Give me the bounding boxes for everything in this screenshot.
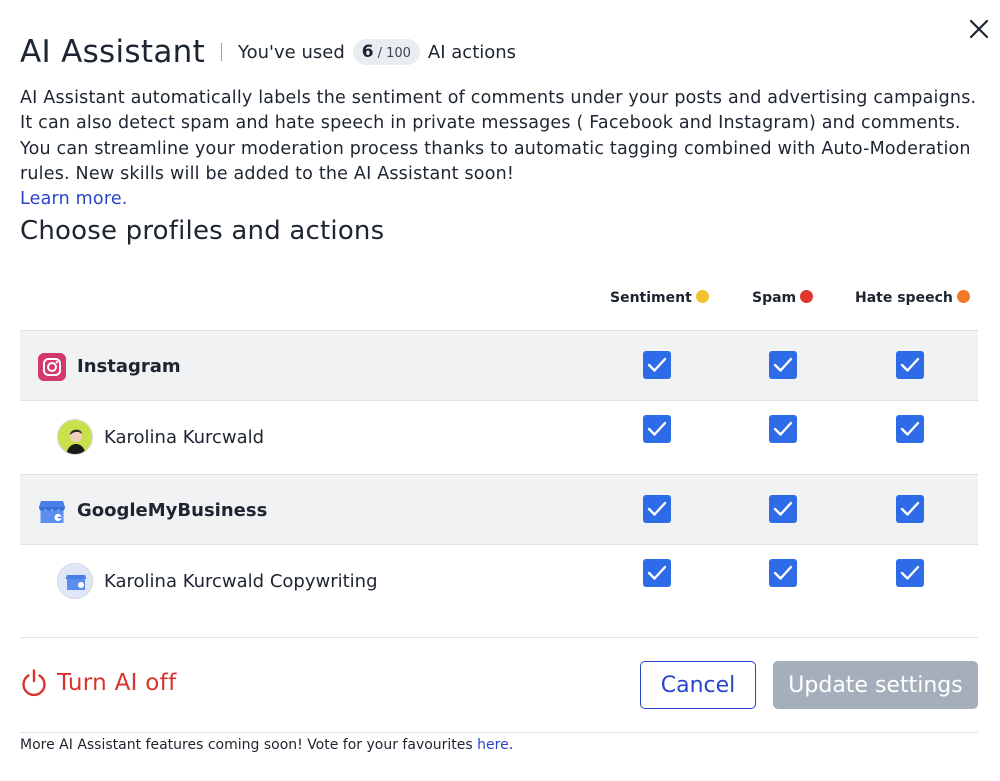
power-icon [22, 669, 46, 697]
header-divider [221, 43, 223, 61]
neutral-face-emoji-icon [695, 290, 709, 303]
checkbox-spam[interactable] [769, 559, 797, 587]
column-label-hate-speech: Hate speech [855, 290, 953, 306]
learn-more-link[interactable]: Learn more. [20, 189, 128, 209]
account-label: Karolina Kurcwald Copywriting [104, 571, 378, 592]
checkmark-icon [900, 565, 920, 580]
description-text: AI Assistant automatically labels the se… [20, 88, 977, 184]
checkmark-icon [773, 501, 793, 516]
checkmark-icon [900, 501, 920, 516]
close-button[interactable] [966, 16, 992, 42]
table-row-googlemybusiness: GoogleMyBusiness [20, 474, 978, 544]
turn-ai-off-label: Turn AI off [57, 670, 177, 696]
checkbox-sentiment[interactable] [643, 351, 671, 379]
checkbox-spam[interactable] [769, 351, 797, 379]
turn-ai-off-button[interactable]: Turn AI off [20, 668, 176, 698]
profile-label: Instagram [77, 356, 181, 377]
checkbox-spam[interactable] [769, 495, 797, 523]
profiles-table: Instagram Karolina Kurcwald GoogleMyBusi… [20, 330, 978, 638]
footer-divider [20, 732, 978, 733]
table-row-account: Karolina Kurcwald [20, 400, 978, 474]
column-label-spam: Spam [752, 290, 797, 306]
checkbox-hate-speech[interactable] [896, 351, 924, 379]
section-title: Choose profiles and actions [20, 216, 385, 246]
checkmark-icon [773, 421, 793, 436]
checkmark-icon [900, 421, 920, 436]
column-header-sentiment: Sentiment [610, 290, 709, 306]
usage-total-count: / 100 [377, 46, 411, 61]
column-header-spam: Spam [752, 290, 814, 306]
checkbox-sentiment[interactable] [643, 415, 671, 443]
update-settings-button[interactable]: Update settings [773, 661, 978, 709]
close-icon [969, 19, 989, 39]
usage-suffix: AI actions [427, 41, 517, 63]
checkbox-sentiment[interactable] [643, 559, 671, 587]
usage-prefix: You've used [238, 41, 345, 63]
account-label: Karolina Kurcwald [104, 427, 265, 448]
checkbox-hate-speech[interactable] [896, 559, 924, 587]
checkmark-icon [773, 357, 793, 372]
table-row-account: Karolina Kurcwald Copywriting [20, 544, 978, 638]
checkbox-spam[interactable] [769, 415, 797, 443]
checkmark-icon [647, 357, 667, 372]
description-paragraph: AI Assistant automatically labels the se… [20, 86, 980, 212]
avatar [57, 563, 93, 599]
cancel-button[interactable]: Cancel [640, 661, 756, 709]
checkmark-icon [647, 421, 667, 436]
vote-here-link[interactable]: here [477, 737, 509, 753]
checkmark-icon [900, 357, 920, 372]
table-row-instagram: Instagram [20, 330, 978, 400]
checkmark-icon [647, 501, 667, 516]
dialog-title: AI Assistant [20, 34, 206, 70]
profile-label: GoogleMyBusiness [77, 500, 268, 521]
instagram-icon [38, 353, 66, 381]
checkbox-sentiment[interactable] [643, 495, 671, 523]
column-label-sentiment: Sentiment [610, 290, 692, 306]
red-circle-emoji-icon [800, 290, 814, 303]
checkbox-hate-speech[interactable] [896, 415, 924, 443]
footer-period: . [508, 737, 514, 753]
angry-face-emoji-icon [956, 290, 970, 303]
avatar [57, 419, 93, 455]
column-header-hate-speech: Hate speech [855, 290, 970, 306]
usage-badge: 6 / 100 [352, 39, 420, 65]
footer-text: More AI Assistant features coming soon! … [20, 737, 473, 753]
usage-used-count: 6 [361, 42, 374, 62]
google-my-business-icon [38, 498, 66, 524]
checkmark-icon [647, 565, 667, 580]
dialog-header: AI Assistant You've used 6 / 100 AI acti… [20, 32, 516, 72]
checkmark-icon [773, 565, 793, 580]
footer-note: More AI Assistant features coming soon! … [20, 737, 513, 753]
checkbox-hate-speech[interactable] [896, 495, 924, 523]
